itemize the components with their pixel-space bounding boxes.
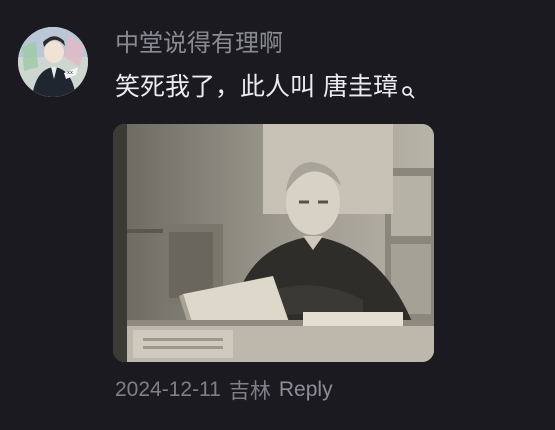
search-icon[interactable]: [401, 74, 415, 99]
avatar[interactable]: xx: [18, 27, 88, 97]
comment-item: xx 中堂说得有理啊 笑死我了，此人叫 唐圭璋 2024-12-11 吉林 Re…: [0, 0, 555, 430]
comment-meta: 2024-12-11 吉林 Reply: [115, 374, 333, 406]
comment-date: 2024-12-11: [115, 378, 221, 401]
attached-photo[interactable]: [113, 124, 434, 362]
username[interactable]: 中堂说得有理啊: [115, 28, 535, 60]
comment-text-body: 笑死我了，此人叫: [115, 73, 316, 101]
search-link[interactable]: 唐圭璋: [323, 70, 398, 104]
svg-text:xx: xx: [67, 70, 73, 76]
reply-button[interactable]: Reply: [279, 378, 333, 402]
comment-location: 吉林: [228, 380, 271, 403]
comment-text: 笑死我了，此人叫 唐圭璋: [115, 70, 535, 104]
